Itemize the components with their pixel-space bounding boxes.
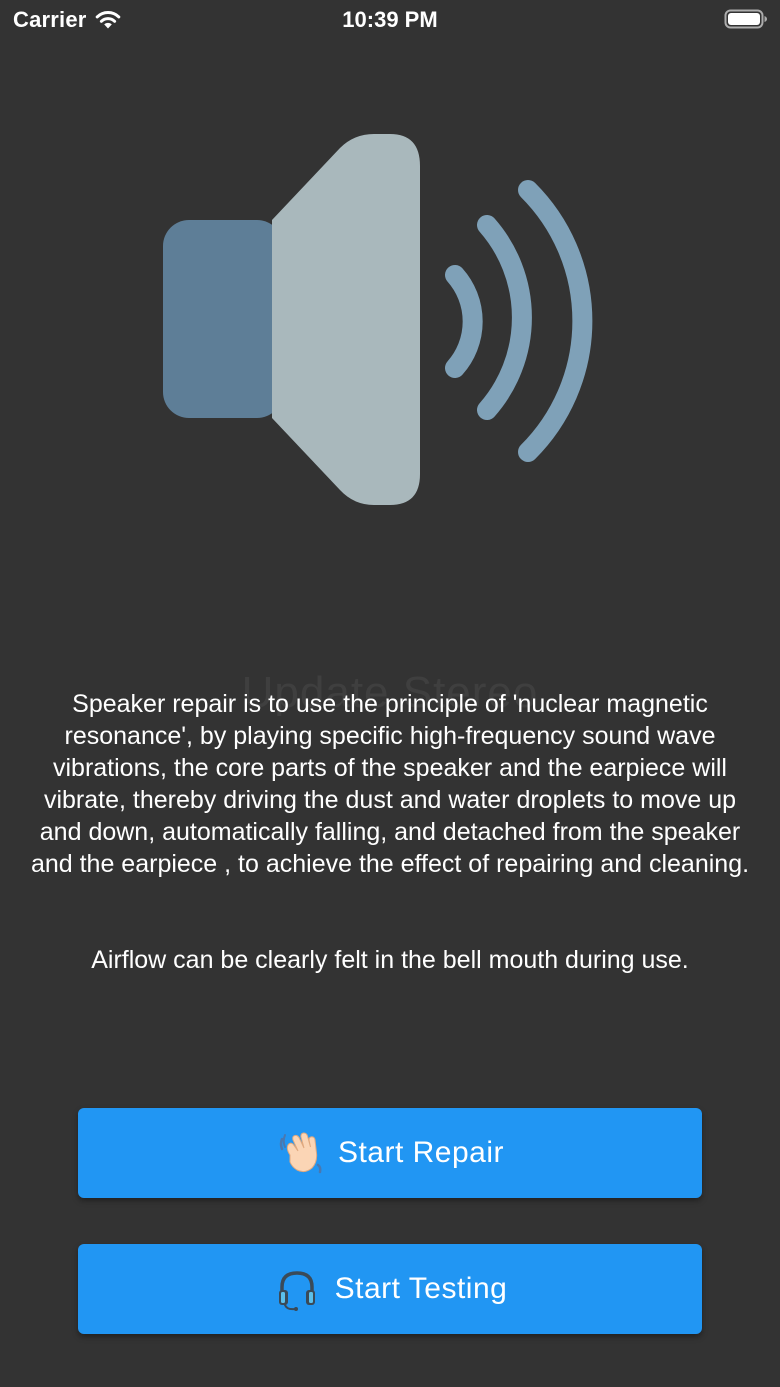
airflow-note: Airflow can be clearly felt in the bell … <box>91 946 689 974</box>
start-repair-label: Start Repair <box>337 1136 505 1169</box>
description-text: Speaker repair is to use the principle o… <box>30 690 750 878</box>
waving-hand-icon <box>279 1132 322 1174</box>
speaker-icon <box>163 134 593 505</box>
start-testing-button[interactable]: Start Testing <box>78 1244 702 1334</box>
start-repair-button[interactable]: Start Repair <box>78 1108 702 1198</box>
battery-icon <box>724 9 767 29</box>
start-testing-label: Start Testing <box>334 1272 508 1305</box>
status-bar: Carrier 10:39 PM <box>0 0 780 40</box>
status-time: 10:39 PM <box>342 7 438 32</box>
headphones-icon <box>278 1271 315 1311</box>
